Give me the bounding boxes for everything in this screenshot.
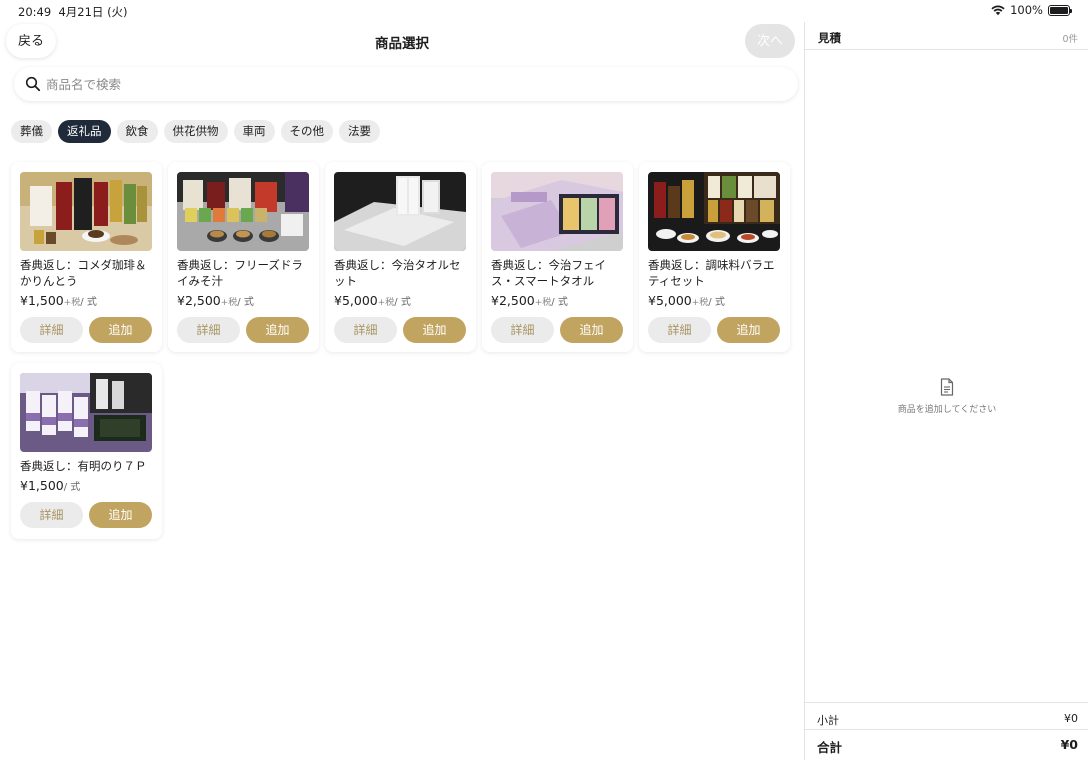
product-card: 香典返し：有明のり７Ｐ ¥1,500/ 式 詳細 追加 <box>11 363 162 539</box>
detail-button[interactable]: 詳細 <box>177 317 240 343</box>
product-price: ¥5,000+税/ 式 <box>334 293 411 308</box>
product-image <box>648 172 780 251</box>
price-unit: / 式 <box>394 297 411 308</box>
product-price: ¥1,500/ 式 <box>20 478 80 493</box>
price-amount: ¥5,000 <box>334 293 378 308</box>
empty-state: 商品を追加してください <box>805 378 1088 415</box>
category-chip-other[interactable]: その他 <box>280 120 333 143</box>
price-amount: ¥1,500 <box>20 293 64 308</box>
subtotal-row: 小計 ¥0 <box>805 702 1088 730</box>
price-amount: ¥2,500 <box>491 293 535 308</box>
battery-icon <box>1048 4 1072 16</box>
total-value: ¥0 <box>1060 737 1078 752</box>
detail-button[interactable]: 詳細 <box>491 317 554 343</box>
price-tax: +税 <box>691 298 709 308</box>
subtotal-label: 小計 <box>817 714 839 727</box>
price-amount: ¥1,500 <box>20 478 64 493</box>
wifi-icon <box>991 5 1005 15</box>
product-price: ¥2,500+税/ 式 <box>177 293 254 308</box>
price-unit: / 式 <box>551 297 568 308</box>
product-image <box>20 172 152 251</box>
add-button[interactable]: 追加 <box>560 317 623 343</box>
price-tax: +税 <box>534 298 552 308</box>
product-name: 香典返し：フリーズドライみそ汁 <box>177 258 303 288</box>
price-tax: +税 <box>63 298 81 308</box>
product-name: 香典返し：調味料バラエティセット <box>648 258 775 288</box>
category-chip-return-gifts[interactable]: 返礼品 <box>58 120 111 143</box>
search-input[interactable] <box>46 67 786 101</box>
navigation-bar: 戻る 商品選択 次へ <box>0 22 804 62</box>
add-button[interactable]: 追加 <box>403 317 466 343</box>
category-filter: 葬儀 返礼品 飲食 供花供物 車両 その他 法要 <box>11 120 380 143</box>
status-bar: 20:49 4月21日 (火) 100% <box>0 0 1088 22</box>
product-card: 香典返し：フリーズドライみそ汁 ¥2,500+税/ 式 詳細 追加 <box>168 162 319 352</box>
next-button[interactable]: 次へ <box>745 24 795 58</box>
price-tax: +税 <box>220 298 238 308</box>
category-chip-funeral[interactable]: 葬儀 <box>11 120 52 143</box>
total-label: 合計 <box>817 740 843 755</box>
add-button[interactable]: 追加 <box>89 502 152 528</box>
status-clock: 20:49 4月21日 (火) <box>18 4 128 20</box>
category-chip-food[interactable]: 飲食 <box>116 120 158 143</box>
price-unit: / 式 <box>708 297 725 308</box>
product-card: 香典返し：今治フェイス・スマートタオル ¥2,500+税/ 式 詳細 追加 <box>482 162 633 352</box>
product-image-seasoning-variety-set <box>648 172 780 251</box>
empty-message: 商品を追加してください <box>897 405 997 415</box>
product-name: 香典返し：今治フェイス・スマートタオル <box>491 258 606 288</box>
product-image <box>20 373 152 452</box>
price-amount: ¥5,000 <box>648 293 692 308</box>
add-button[interactable]: 追加 <box>717 317 780 343</box>
product-image-ariake-nori-7p <box>20 373 152 452</box>
product-card: 香典返し：今治タオルセット ¥5,000+税/ 式 詳細 追加 <box>325 162 476 352</box>
detail-button[interactable]: 詳細 <box>334 317 397 343</box>
quote-title: 見積 <box>818 31 841 45</box>
detail-button[interactable]: 詳細 <box>20 317 83 343</box>
add-button[interactable]: 追加 <box>89 317 152 343</box>
quote-header: 見積 0件 <box>805 22 1088 50</box>
product-image-coffee-gift-set <box>20 172 152 251</box>
page-title: 商品選択 <box>375 36 429 52</box>
detail-button[interactable]: 詳細 <box>648 317 711 343</box>
price-unit: / 式 <box>80 297 97 308</box>
product-name: 香典返し：コメダ珈琲＆かりんとう <box>20 258 147 288</box>
price-tax: +税 <box>377 298 395 308</box>
product-name: 香典返し：今治タオルセット <box>334 258 461 288</box>
detail-button[interactable]: 詳細 <box>20 502 83 528</box>
category-chip-memorial[interactable]: 法要 <box>339 120 380 143</box>
add-button[interactable]: 追加 <box>246 317 309 343</box>
status-date: 4月21日 (火) <box>58 5 128 19</box>
product-name: 香典返し：有明のり７Ｐ <box>20 459 147 473</box>
search-bar[interactable] <box>14 67 798 101</box>
category-chip-vehicles[interactable]: 車両 <box>233 120 275 143</box>
category-chip-offerings[interactable]: 供花供物 <box>163 120 228 143</box>
product-card: 香典返し：調味料バラエティセット ¥5,000+税/ 式 詳細 追加 <box>639 162 790 352</box>
battery-percent: 100% <box>1010 3 1043 17</box>
product-image <box>334 172 466 251</box>
subtotal-value: ¥0 <box>1064 712 1078 725</box>
product-image-imabari-face-towel <box>491 172 623 251</box>
product-price: ¥5,000+税/ 式 <box>648 293 725 308</box>
product-price: ¥1,500+税/ 式 <box>20 293 97 308</box>
price-unit: / 式 <box>237 297 254 308</box>
product-selection-pane: 戻る 商品選択 次へ 葬儀 返礼品 飲食 供花供物 車両 その他 法要 <box>0 22 804 760</box>
product-image <box>491 172 623 251</box>
quote-panel: 見積 0件 商品を追加してください 小計 ¥0 合計 ¥0 <box>804 22 1088 760</box>
status-indicators: 100% <box>991 3 1072 17</box>
product-image <box>177 172 309 251</box>
product-price: ¥2,500+税/ 式 <box>491 293 568 308</box>
product-image-freeze-dried-miso-soup <box>177 172 309 251</box>
search-icon <box>25 76 41 92</box>
status-time: 20:49 <box>18 5 52 19</box>
price-amount: ¥2,500 <box>177 293 221 308</box>
price-unit: / 式 <box>63 482 81 493</box>
product-card: 香典返し：コメダ珈琲＆かりんとう ¥1,500+税/ 式 詳細 追加 <box>11 162 162 352</box>
product-image-imabari-towel-set <box>334 172 466 251</box>
document-icon <box>940 378 954 396</box>
total-row: 合計 ¥0 <box>805 729 1088 760</box>
quote-item-count: 0件 <box>1062 34 1078 45</box>
